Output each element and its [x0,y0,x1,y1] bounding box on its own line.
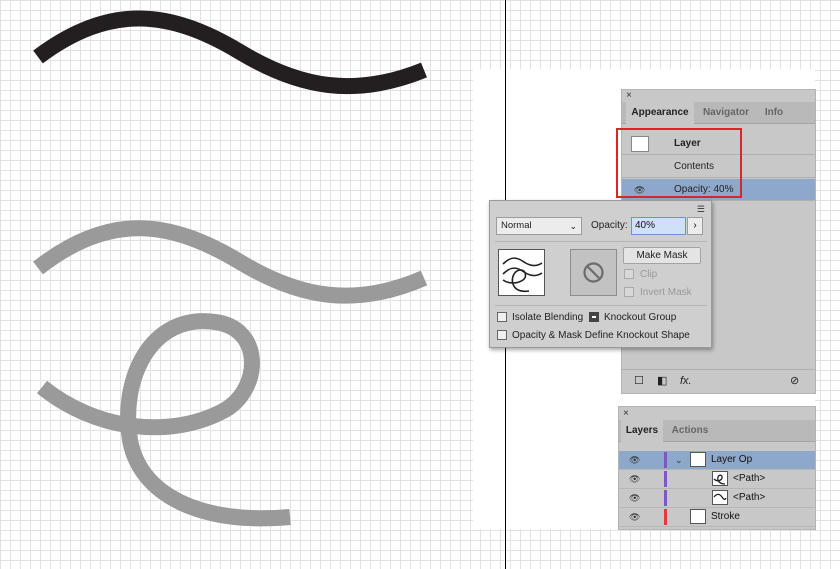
layer-name[interactable]: Stroke [711,508,740,526]
eye-icon[interactable]: 👁 [629,508,640,526]
transparency-popup: ☰ Normal ⌄ Opacity: 40% › Make Mask Clip… [489,200,712,348]
eye-icon[interactable]: 👁 [629,489,640,507]
eye-icon[interactable]: 👁 [629,470,640,488]
tab-info[interactable]: Info [758,102,790,124]
appearance-tab-bar: Appearance Navigator Info [622,102,815,125]
layer-thumbnail [690,509,706,524]
chevron-down-icon[interactable]: ⌄ [675,451,683,469]
layers-panel: × Layers Actions 👁 ⌄ Layer Op 👁 <Path> 👁… [618,406,816,530]
isolate-blending-label: Isolate Blending [512,312,584,323]
opacity-label: Opacity: [591,220,628,231]
layer-color-bar [664,471,667,487]
layer-color-bar [664,509,667,525]
layer-color-bar [664,490,667,506]
tab-appearance[interactable]: Appearance [626,102,694,125]
path-thumbnail [712,471,728,486]
invert-mask-checkbox[interactable] [624,287,634,297]
layer-row[interactable]: 👁 Stroke [619,508,815,527]
chevron-down-icon: ⌄ [569,221,577,231]
thumbnail-art [502,257,543,293]
no-symbol-icon [583,262,604,283]
no-symbol-icon[interactable]: ⊘ [790,375,799,387]
black-wave-stroke[interactable] [33,10,428,95]
gray-wave-stroke[interactable] [33,220,428,304]
knockout-group-label: Knockout Group [604,312,677,323]
knockout-group-checkbox[interactable] [589,312,599,322]
opacity-mask-knockout-label: Opacity & Mask Define Knockout Shape [512,330,690,341]
layer-row[interactable]: 👁 ⌄ Layer Op [619,451,815,470]
layer-color-bar [664,452,667,468]
divider [495,241,707,242]
loop-thumbnail-art [713,474,726,485]
wave-thumbnail-art [713,493,727,501]
clip-label: Clip [640,269,658,280]
blend-mode-value: Normal [501,220,532,231]
layer-name[interactable]: <Path> [733,489,765,507]
make-mask-button[interactable]: Make Mask [623,247,701,264]
close-icon[interactable]: × [623,409,629,419]
layer-row[interactable]: 👁 <Path> [619,470,815,489]
layer-row[interactable]: 👁 <Path> [619,489,815,508]
add-fill-icon[interactable]: ◧ [657,375,667,387]
eye-icon[interactable]: 👁 [629,451,640,469]
path-thumbnail [712,490,728,505]
divider [495,305,707,306]
opacity-input[interactable]: 40% [631,217,686,235]
blend-mode-select[interactable]: Normal ⌄ [496,217,582,235]
add-stroke-icon[interactable]: ☐ [634,375,644,387]
tab-actions[interactable]: Actions [665,420,715,442]
tab-layers[interactable]: Layers [621,420,663,443]
layer-name[interactable]: <Path> [733,470,765,488]
fx-icon[interactable]: fx. [680,375,692,387]
highlight-box [616,128,742,198]
layer-name[interactable]: Layer Op [711,451,752,469]
menu-icon[interactable]: ☰ [697,204,705,215]
layers-tab-bar: Layers Actions [619,420,815,443]
opacity-arrow-button[interactable]: › [687,217,703,235]
mask-placeholder [570,249,617,296]
clip-checkbox[interactable] [624,269,634,279]
opacity-mask-knockout-checkbox[interactable] [497,330,507,340]
isolate-blending-checkbox[interactable] [497,312,507,322]
close-icon[interactable]: × [626,91,632,101]
tab-navigator[interactable]: Navigator [695,102,757,124]
artwork-thumbnail[interactable] [498,249,545,296]
layer-thumbnail [690,452,706,467]
appearance-footer: ☐ ◧ fx. ⊘ [622,369,815,393]
invert-mask-label: Invert Mask [640,287,692,298]
gray-loop-stroke[interactable] [36,313,291,527]
